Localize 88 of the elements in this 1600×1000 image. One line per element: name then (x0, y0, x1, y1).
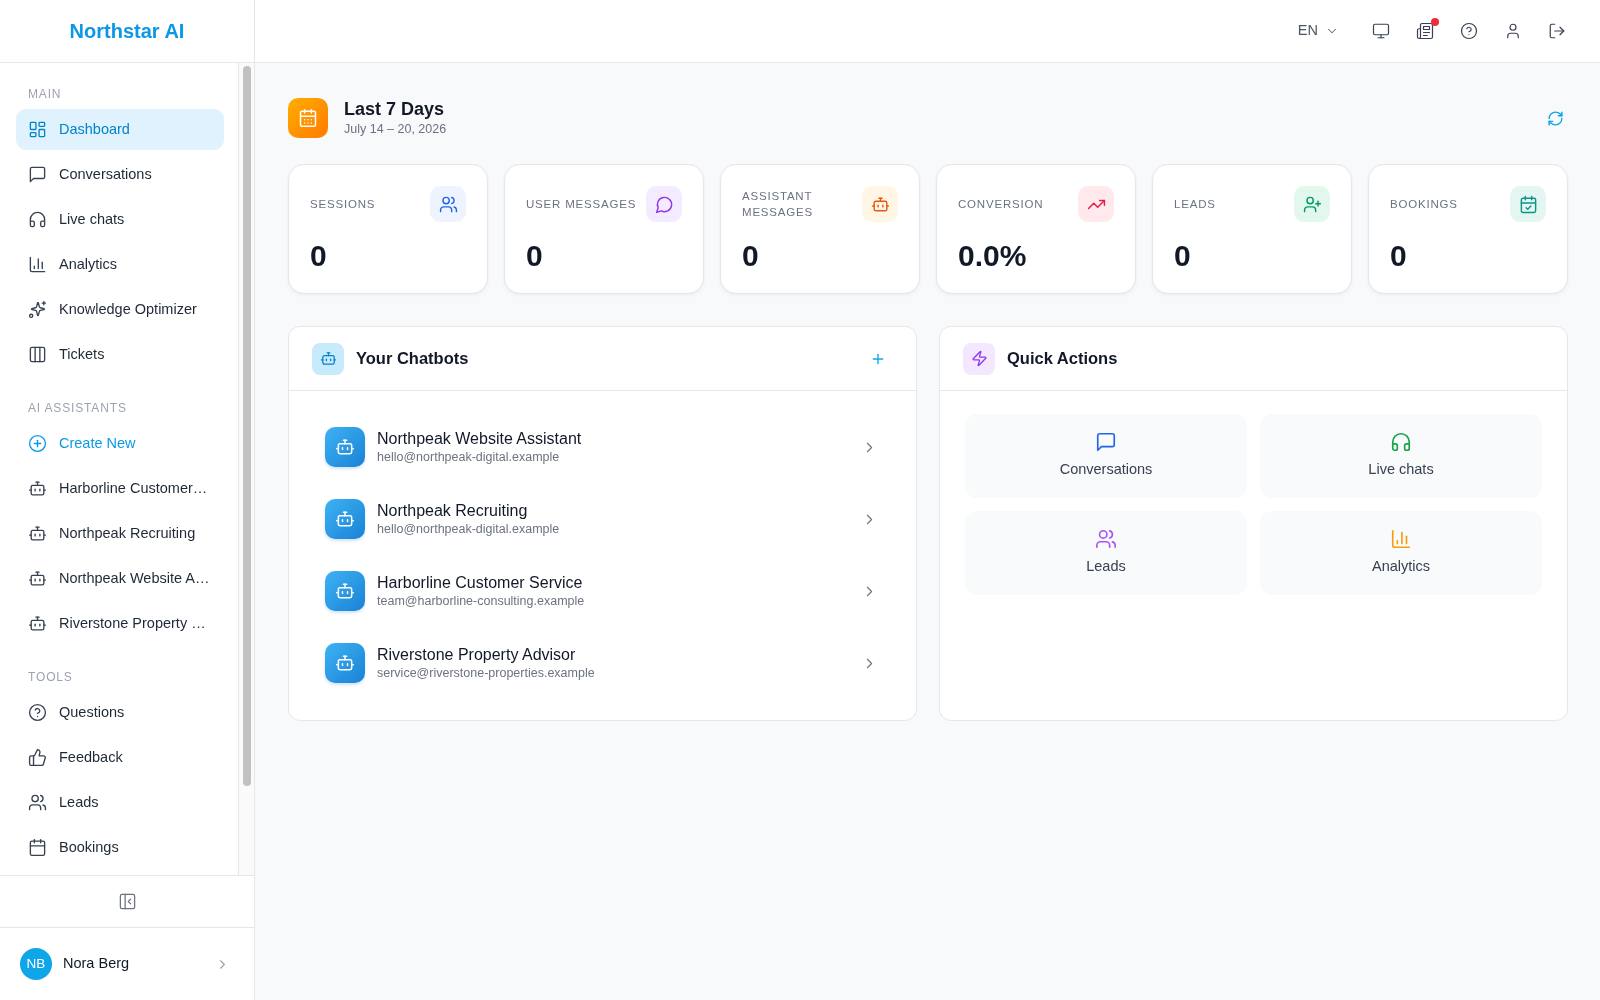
robot-icon (28, 614, 47, 633)
robot-icon (312, 342, 344, 375)
chatbot-email: hello@northpeak-digital.example (377, 521, 560, 537)
section-heading: TOOLS (27, 669, 73, 685)
robot-icon (325, 499, 365, 539)
bar-chart-icon (1390, 528, 1412, 551)
quick-action-button[interactable]: Live chats (1260, 414, 1542, 498)
scrollbar-thumb[interactable] (242, 66, 251, 786)
chatbot-email: team@harborline-consulting.example (377, 593, 585, 609)
sidebar-item[interactable]: Feedback (16, 737, 224, 778)
sidebar-item[interactable]: Leads (16, 782, 224, 823)
users-icon (28, 793, 47, 812)
section-heading: MAIN (27, 86, 62, 102)
sidebar-item[interactable]: Analytics (16, 244, 224, 285)
calendar-icon (28, 838, 47, 857)
user-name[interactable]: Nora Berg (63, 953, 204, 975)
stat-value: 0 (310, 238, 327, 274)
calendar-icon (288, 98, 328, 138)
sidebar-item[interactable]: Riverstone Property … (16, 603, 224, 644)
stat-label: BOOKINGS (1390, 197, 1458, 212)
user-plus-icon (1294, 186, 1330, 222)
quick-action-button[interactable]: Leads (965, 511, 1247, 595)
help-icon (1460, 22, 1478, 40)
bar-chart-icon (28, 255, 47, 274)
panel-title: Quick Actions (1007, 348, 1118, 370)
sidebar-item[interactable]: Harborline Customer… (16, 468, 224, 509)
sidebar-item[interactable]: Northpeak Recruiting (16, 513, 224, 554)
panel-title: Your Chatbots (356, 348, 470, 370)
robot-icon (325, 643, 365, 683)
robot-icon (28, 569, 47, 588)
sidebar-item[interactable]: Northpeak Website A… (16, 558, 224, 599)
stat-label: CONVERSION (958, 197, 1044, 212)
robot-icon (28, 479, 47, 498)
stat-value: 0 (1390, 238, 1407, 274)
sidebar-item[interactable]: Live chats (16, 199, 224, 240)
plus-circle-icon (28, 434, 47, 453)
period-range: July 14 – 20, 2026 (344, 121, 447, 138)
sidebar-item[interactable]: Tickets (16, 334, 224, 375)
calendar-check-icon (1510, 186, 1546, 222)
sidebar-item[interactable]: Dashboard (16, 109, 224, 150)
stat-value: 0.0% (958, 238, 1027, 274)
app-logo: Northstar AI (69, 19, 185, 43)
thumbs-up-icon (28, 748, 47, 767)
chat-bubble-icon (28, 165, 47, 184)
chatbot-name[interactable]: Harborline Customer Service (377, 573, 583, 593)
chat-bubble-icon (646, 186, 682, 222)
sidebar-toggle-icon (117, 892, 137, 911)
quick-action-button[interactable]: Conversations (965, 414, 1247, 498)
stat-value: 0 (1174, 238, 1191, 274)
stat-value: 0 (742, 238, 759, 274)
robot-icon (28, 524, 47, 543)
refresh-icon (1547, 109, 1564, 127)
quick-action-button[interactable]: Analytics (1260, 511, 1542, 595)
users-icon (430, 186, 466, 222)
stat-label: SESSIONS (310, 197, 376, 212)
sparkles-icon (28, 300, 47, 319)
sidebar-item[interactable]: Bookings (16, 827, 224, 868)
section-heading: AI ASSISTANTS (27, 400, 127, 416)
user-icon (1504, 22, 1522, 40)
headphones-icon (1390, 431, 1412, 454)
robot-icon (862, 186, 898, 222)
help-icon (28, 703, 47, 722)
stat-label: LEADS (1174, 197, 1216, 212)
chatbot-name[interactable]: Riverstone Property Advisor (377, 645, 576, 665)
columns-icon (28, 345, 47, 364)
chatbot-email: service@riverstone-properties.example (377, 665, 595, 681)
chat-bubble-icon (1095, 431, 1117, 454)
chatbot-name[interactable]: Northpeak Recruiting (377, 501, 528, 521)
users-icon (1095, 528, 1117, 551)
stat-label: USER MESSAGES (526, 197, 637, 212)
monitor-icon (1372, 22, 1390, 40)
period-title: Last 7 Days (344, 98, 445, 120)
stat-label: ASSISTANT MESSAGES (742, 189, 814, 220)
grid-icon (28, 120, 47, 139)
sidebar-item[interactable]: Questions (16, 692, 224, 733)
trending-up-icon (1078, 186, 1114, 222)
headphones-icon (28, 210, 47, 229)
lightning-icon (963, 342, 995, 375)
robot-icon (325, 571, 365, 611)
stat-value: 0 (526, 238, 543, 274)
chatbot-name[interactable]: Northpeak Website Assistant (377, 429, 582, 449)
robot-icon (325, 427, 365, 467)
sidebar-item[interactable]: Conversations (16, 154, 224, 195)
chatbot-email: hello@northpeak-digital.example (377, 449, 560, 465)
sidebar-item[interactable]: Knowledge Optimizer (16, 289, 224, 330)
logout-icon (1548, 22, 1566, 40)
newspaper-icon (1416, 22, 1434, 40)
language-button[interactable]: EN (1293, 13, 1343, 49)
